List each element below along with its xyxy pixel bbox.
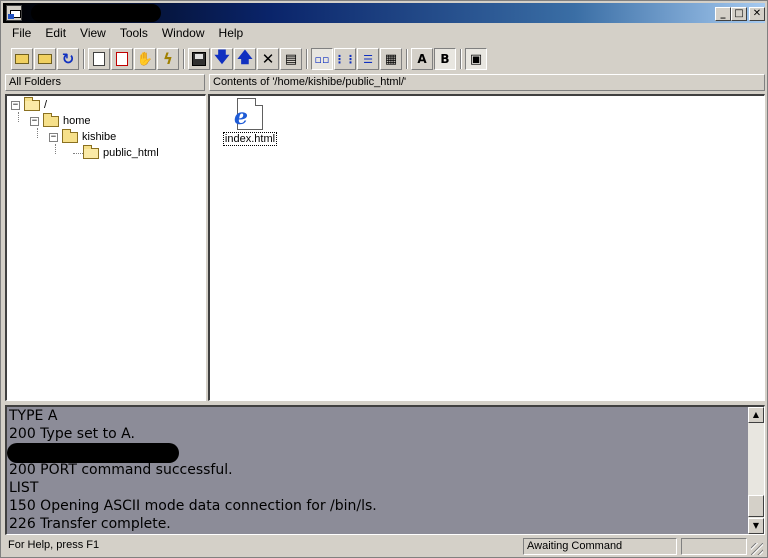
log-line: 200 PORT command successful. <box>9 462 233 478</box>
folder-open-icon <box>24 96 40 111</box>
details-view-icon: ▦ <box>384 51 398 67</box>
delete-file-button[interactable] <box>111 48 133 70</box>
delete-button[interactable]: ✕ <box>257 48 279 70</box>
binary-mode-button[interactable]: B <box>434 48 456 70</box>
details-view-button[interactable]: ▦ <box>380 48 402 70</box>
download-arrow-icon: 🡇 <box>214 47 230 66</box>
toolbar: ↻ ✋ ϟ 🡇 🡅 ✕ ▤ ▫▫ ⋮⋮ ☰ ▦ A B ▣ <box>5 45 765 73</box>
tree-item-home[interactable]: − home <box>30 112 91 129</box>
all-folders-header: All Folders <box>5 74 205 91</box>
scroll-up-icon[interactable]: ▲ <box>748 407 764 423</box>
tree-item-label: / <box>44 99 48 111</box>
toolbar-separator <box>83 49 85 69</box>
log-window-icon: ▣ <box>469 51 483 67</box>
log-line: 200 Type set to A. <box>9 426 135 442</box>
collapse-icon[interactable]: − <box>30 116 39 126</box>
file-item[interactable]: e index.html <box>220 98 280 146</box>
menu-bar: File Edit View Tools Window Help <box>5 24 250 42</box>
toolbar-separator <box>460 49 462 69</box>
minimize-button[interactable]: _ <box>715 7 731 21</box>
upload-arrow-icon: 🡅 <box>237 47 253 66</box>
menu-view[interactable]: View <box>73 24 113 42</box>
folder-icon <box>43 112 59 127</box>
small-icons-view-button[interactable]: ⋮⋮ <box>334 48 356 70</box>
parent-folder-button[interactable] <box>11 48 33 70</box>
large-icons-view-icon: ▫▫ <box>314 52 330 66</box>
ie-html-file-icon: e <box>234 98 263 130</box>
collapse-icon[interactable]: − <box>49 132 58 142</box>
redacted-title <box>31 4 161 22</box>
tree-item-label: kishibe <box>82 131 117 143</box>
menu-edit[interactable]: Edit <box>38 24 73 42</box>
open-folder-icon <box>38 54 52 64</box>
stop-button[interactable]: ✋ <box>134 48 156 70</box>
download-button[interactable]: 🡇 <box>211 48 233 70</box>
small-icons-view-icon: ⋮⋮ <box>334 52 356 66</box>
list-view-button[interactable]: ☰ <box>357 48 379 70</box>
properties-icon: ▤ <box>284 51 298 67</box>
refresh-icon: ↻ <box>61 50 75 68</box>
file-name: index.html <box>222 132 278 146</box>
menu-window[interactable]: Window <box>155 24 212 42</box>
status-extra <box>681 538 747 555</box>
folder-tree[interactable]: − / − home − kishibe public_html <box>5 94 206 401</box>
toolbar-separator <box>306 49 308 69</box>
tree-item-kishibe[interactable]: − kishibe <box>49 128 117 145</box>
toolbar-separator <box>406 49 408 69</box>
tree-line <box>37 128 38 138</box>
save-button[interactable] <box>188 48 210 70</box>
ftp-client-window: _ □ ✕ File Edit View Tools Window Help ↻… <box>0 0 768 558</box>
new-file-button[interactable] <box>88 48 110 70</box>
tree-line <box>73 153 83 154</box>
stop-hand-icon: ✋ <box>136 51 154 67</box>
status-bar: For Help, press F1 Awaiting Command <box>3 537 765 557</box>
tree-item-public-html[interactable]: public_html <box>83 144 159 161</box>
parent-folder-icon <box>15 54 29 64</box>
collapse-icon[interactable]: − <box>11 100 20 110</box>
delete-file-icon <box>116 52 128 66</box>
log-scrollbar[interactable]: ▲ ▼ <box>748 407 764 534</box>
ascii-mode-button[interactable]: A <box>411 48 433 70</box>
log-line: TYPE A <box>9 408 58 424</box>
properties-button[interactable]: ▤ <box>280 48 302 70</box>
scroll-down-icon[interactable]: ▼ <box>748 518 764 534</box>
list-view-icon: ☰ <box>363 52 373 66</box>
log-window-button[interactable]: ▣ <box>465 48 487 70</box>
tree-line <box>55 144 56 154</box>
resize-grip-icon[interactable] <box>751 543 763 555</box>
status-state: Awaiting Command <box>523 538 677 555</box>
folder-open-icon <box>83 144 99 159</box>
lightning-icon: ϟ <box>163 50 173 68</box>
command-log[interactable]: TYPE A 200 Type set to A. 200 PORT comma… <box>5 405 765 535</box>
tree-item-label: home <box>63 115 91 127</box>
open-folder-button[interactable] <box>34 48 56 70</box>
folder-icon <box>62 128 78 143</box>
upload-button[interactable]: 🡅 <box>234 48 256 70</box>
contents-header: Contents of '/home/kishibe/public_html/' <box>209 74 765 91</box>
menu-help[interactable]: Help <box>212 24 251 42</box>
tree-item-label: public_html <box>103 147 159 159</box>
log-line: 226 Transfer complete. <box>9 516 171 532</box>
new-file-icon <box>93 52 105 66</box>
maximize-button[interactable]: □ <box>731 7 747 21</box>
log-line: 150 Opening ASCII mode data connection f… <box>9 498 377 514</box>
status-help-text: For Help, press F1 <box>8 539 100 551</box>
menu-tools[interactable]: Tools <box>113 24 155 42</box>
menu-file[interactable]: File <box>5 24 38 42</box>
connect-button[interactable]: ϟ <box>157 48 179 70</box>
delete-x-icon: ✕ <box>261 50 275 68</box>
title-bar[interactable]: _ □ ✕ <box>3 3 765 23</box>
app-icon[interactable] <box>6 5 22 21</box>
log-line: LIST <box>9 480 39 496</box>
large-icons-view-button[interactable]: ▫▫ <box>311 48 333 70</box>
redacted-log-line <box>7 443 179 463</box>
close-button[interactable]: ✕ <box>749 7 765 21</box>
file-list[interactable]: e index.html <box>208 94 765 401</box>
tree-line <box>18 112 19 122</box>
refresh-button[interactable]: ↻ <box>57 48 79 70</box>
tree-item-root[interactable]: − / <box>11 96 48 113</box>
scroll-thumb[interactable] <box>748 495 764 517</box>
toolbar-separator <box>183 49 185 69</box>
save-disk-icon <box>192 52 206 66</box>
